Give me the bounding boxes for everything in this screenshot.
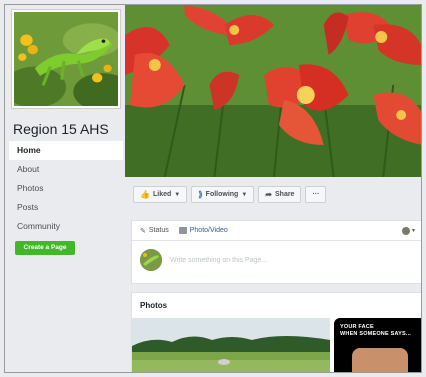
liked-button[interactable]: 👍 Liked ▼ — [133, 186, 188, 203]
composer-tabs: ✎ Status Photo/Video — [132, 221, 421, 241]
status-tab[interactable]: ✎ Status — [140, 227, 169, 235]
more-options-button[interactable]: ··· — [305, 186, 327, 203]
cover-photo[interactable] — [125, 5, 421, 177]
meme-line-1: YOUR FACE — [340, 324, 374, 330]
avatar — [140, 249, 162, 271]
left-column: Region 15 AHS Home About Photos Posts Co… — [5, 5, 123, 372]
photos-title: Photos — [140, 301, 168, 310]
camera-icon — [178, 227, 187, 234]
caret-down-icon: ▼ — [411, 228, 416, 234]
nav-item-about[interactable]: About — [9, 160, 123, 179]
composer-input[interactable]: Write something on this Page... — [170, 257, 267, 264]
share-button[interactable]: ➦ Share — [258, 186, 302, 203]
nav-item-posts[interactable]: Posts — [9, 198, 123, 217]
post-as-selector[interactable]: ▼ — [402, 227, 416, 235]
caret-down-icon: ▼ — [241, 191, 248, 198]
status-label: Status — [148, 227, 169, 234]
nav-item-community[interactable]: Community — [9, 217, 123, 236]
meme-line-2: WHEN SOMEONE SAYS... — [340, 331, 412, 337]
thumbs-up-icon: 👍 — [140, 190, 150, 199]
nav-item-home[interactable]: Home — [9, 141, 123, 160]
share-label: Share — [275, 191, 295, 198]
rss-icon: ⟫ — [198, 190, 203, 199]
page-actions: 👍 Liked ▼ ⟫ Following ▼ ➦ Share ··· — [133, 186, 327, 203]
following-button[interactable]: ⟫ Following ▼ — [191, 186, 255, 203]
profile-picture[interactable] — [11, 9, 121, 109]
meme-face-image — [352, 348, 408, 372]
create-page-button[interactable]: Create a Page — [15, 241, 75, 255]
pencil-icon: ✎ — [140, 227, 146, 235]
following-label: Following — [205, 191, 239, 198]
facebook-page-frame: Region 15 AHS Home About Photos Posts Co… — [4, 4, 422, 373]
caret-down-icon: ▼ — [174, 191, 181, 198]
photo-thumbnail[interactable] — [132, 318, 330, 372]
photos-section: Photos YOUR FACE WHEN SOMEONE SAYS... — [131, 292, 421, 372]
page-nav: Home About Photos Posts Community — [9, 141, 123, 236]
nav-item-photos[interactable]: Photos — [9, 179, 123, 198]
field-photo-image — [132, 318, 330, 372]
daylily-cover-image — [125, 5, 421, 177]
page-avatar-icon — [402, 227, 410, 235]
photo-video-tab[interactable]: Photo/Video — [178, 227, 228, 234]
meme-text: YOUR FACE WHEN SOMEONE SAYS... — [340, 324, 411, 338]
liked-label: Liked — [152, 191, 172, 198]
meme-photo-thumbnail[interactable]: YOUR FACE WHEN SOMEONE SAYS... — [334, 318, 421, 372]
lizard-thumbnail-icon — [140, 249, 162, 271]
lizard-icon — [14, 12, 118, 106]
more-icon: ··· — [312, 191, 320, 198]
share-arrow-icon: ➦ — [265, 190, 272, 199]
page-title: Region 15 AHS — [13, 121, 109, 137]
post-composer: ✎ Status Photo/Video ▼ Write something o… — [131, 220, 421, 284]
photo-video-label: Photo/Video — [189, 227, 228, 234]
